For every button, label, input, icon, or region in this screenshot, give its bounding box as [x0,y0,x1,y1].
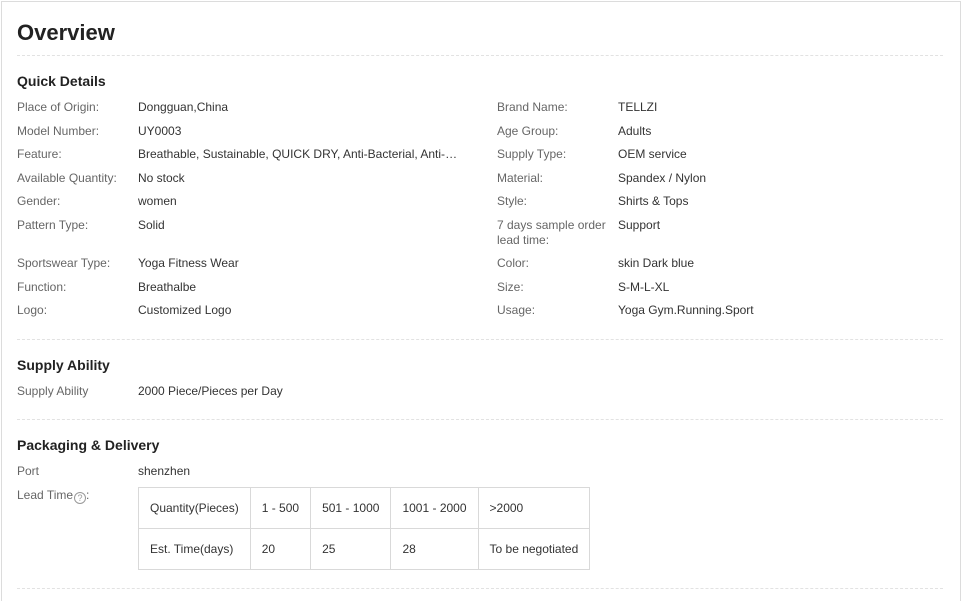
table-cell: To be negotiated [477,528,591,570]
detail-label: Logo: [17,303,48,317]
detail-label: 7 days sample order lead time: [497,218,606,247]
detail-value: S-M-L-XL [618,280,670,294]
detail-value: Customized Logo [138,303,232,317]
port-label: Port [17,464,40,478]
detail-value: OEM service [618,147,687,161]
detail-label: Usage: [497,303,536,317]
detail-label: Function: [17,280,67,294]
question-circle-icon[interactable]: ? [74,492,87,504]
table-cell: Est. Time(days) [138,528,251,570]
detail-value: UY0003 [138,124,182,138]
detail-value: women [138,194,177,208]
table-cell: 501 - 1000 [310,487,392,529]
detail-label: Size: [497,280,524,294]
divider [17,588,943,589]
detail-value: Shirts & Tops [618,194,689,208]
table-cell: 20 [249,528,312,570]
detail-value: skin Dark blue [618,256,695,270]
detail-label: Feature: [17,147,62,161]
detail-label: Brand Name: [497,100,568,114]
supply-ability-heading: Supply Ability [17,357,110,373]
detail-label: Style: [497,194,528,208]
lead-time-label-text: Lead Time [17,488,74,502]
detail-value: Adults [618,124,652,138]
detail-value: TELLZI [618,100,658,114]
detail-value: Dongguan,China [138,100,229,114]
table-cell: 28 [390,528,479,570]
detail-label: Available Quantity: [17,171,117,185]
detail-label: Pattern Type: [17,218,89,232]
detail-label: Supply Type: [497,147,567,161]
supply-ability-label: Supply Ability [17,384,89,398]
lead-time-label: Lead Time?: [17,488,89,504]
detail-value: Spandex / Nylon [618,171,707,185]
detail-value: Yoga Gym.Running.Sport [618,303,754,317]
table-cell: 25 [310,528,392,570]
detail-label: Model Number: [17,124,100,138]
detail-value: Breathalbe [138,280,197,294]
detail-label: Place of Origin: [17,100,100,114]
detail-value: Support [618,218,661,232]
detail-label: Gender: [17,194,61,208]
table-cell: >2000 [477,487,591,529]
detail-value: Solid [138,218,165,232]
detail-label: Age Group: [497,124,559,138]
divider [17,339,943,340]
divider [17,55,943,56]
detail-value: No stock [138,171,185,185]
table-cell: 1 - 500 [249,487,312,529]
table-cell: Quantity(Pieces) [138,487,251,529]
lead-time-table: Quantity(Pieces) 1 - 500 501 - 1000 1001… [138,487,591,570]
divider [17,419,943,420]
detail-label: Sportswear Type: [17,256,111,270]
detail-label: Color: [497,256,530,270]
supply-ability-value: 2000 Piece/Pieces per Day [138,384,283,398]
detail-label: Material: [497,171,544,185]
table-row: Quantity(Pieces) 1 - 500 501 - 1000 1001… [138,487,591,529]
page-title: Overview [17,20,115,45]
detail-value: Yoga Fitness Wear [138,256,239,270]
packaging-delivery-heading: Packaging & Delivery [17,437,160,453]
table-cell: 1001 - 2000 [390,487,479,529]
quick-details-heading: Quick Details [17,73,106,89]
detail-value: Breathable, Sustainable, QUICK DRY, Anti… [138,147,460,161]
lead-time-label-colon: : [86,488,90,502]
table-row: Est. Time(days) 20 25 28 To be negotiate… [138,528,591,570]
port-value: shenzhen [138,464,191,478]
